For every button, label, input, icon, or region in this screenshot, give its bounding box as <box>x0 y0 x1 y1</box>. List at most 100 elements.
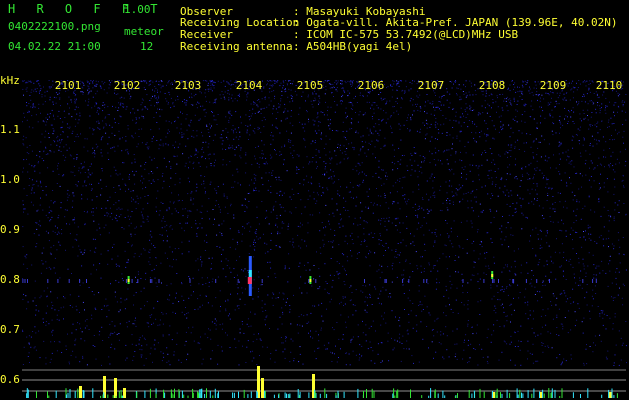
noise-pixel <box>237 95 239 96</box>
noise-pixel <box>250 351 252 353</box>
noise-pixel <box>402 274 404 276</box>
noise-pixel <box>270 249 272 250</box>
noise-pixel <box>385 322 387 324</box>
noise-pixel <box>417 214 419 216</box>
noise-pixel <box>344 270 346 272</box>
noise-pixel <box>196 233 198 235</box>
noise-pixel <box>186 359 187 361</box>
noise-pixel <box>441 96 443 97</box>
noise-pixel <box>141 142 143 144</box>
noise-pixel <box>473 266 475 268</box>
noise-pixel <box>478 112 480 114</box>
noise-pixel <box>539 291 541 293</box>
noise-pixel <box>80 251 82 253</box>
noise-pixel <box>208 158 210 160</box>
noise-pixel <box>169 131 170 133</box>
noise-pixel <box>138 343 140 345</box>
noise-pixel <box>396 276 398 278</box>
noise-pixel <box>443 95 445 96</box>
noise-pixel <box>63 306 65 308</box>
noise-pixel <box>443 104 445 106</box>
noise-pixel <box>359 184 361 186</box>
noise-pixel <box>618 162 620 164</box>
noise-pixel <box>275 153 277 155</box>
noise-pixel <box>461 167 463 169</box>
noise-pixel <box>83 211 85 212</box>
noise-pixel <box>390 127 392 129</box>
noise-pixel <box>529 193 531 195</box>
noise-pixel <box>275 201 277 203</box>
noise-pixel <box>540 238 542 240</box>
noise-pixel <box>547 93 549 94</box>
noise-pixel <box>369 284 371 286</box>
noise-pixel <box>167 82 169 84</box>
noise-pixel <box>185 99 187 101</box>
noise-pixel <box>320 327 322 329</box>
noise-pixel <box>214 101 216 103</box>
noise-pixel <box>600 215 602 217</box>
noise-pixel <box>148 84 150 86</box>
noise-pixel <box>351 103 353 105</box>
noise-pixel <box>156 103 158 105</box>
noise-pixel <box>423 159 425 161</box>
noise-pixel <box>318 340 320 342</box>
noise-pixel <box>378 243 380 245</box>
noise-pixel <box>146 82 147 84</box>
noise-pixel <box>237 230 239 232</box>
noise-pixel <box>324 288 326 290</box>
noise-pixel <box>332 279 334 281</box>
noise-pixel <box>173 105 175 107</box>
noise-pixel <box>127 259 129 261</box>
noise-pixel <box>234 309 236 311</box>
noise-pixel <box>26 336 28 338</box>
noise-pixel <box>618 271 620 273</box>
noise-pixel <box>482 209 484 211</box>
noise-pixel <box>538 261 540 263</box>
noise-pixel <box>428 229 430 231</box>
noise-pixel <box>397 168 399 170</box>
noise-pixel <box>133 304 134 306</box>
noise-pixel <box>104 214 106 216</box>
noise-pixel <box>31 189 33 191</box>
noise-pixel <box>87 104 89 106</box>
noise-pixel <box>608 220 610 222</box>
noise-pixel <box>610 163 611 164</box>
noise-pixel <box>428 347 429 349</box>
noise-pixel <box>608 215 610 217</box>
noise-pixel <box>189 277 191 279</box>
noise-pixel <box>292 244 293 246</box>
noise-pixel <box>499 187 501 189</box>
noise-pixel <box>33 192 35 194</box>
noise-pixel <box>275 81 277 83</box>
noise-pixel <box>561 219 563 221</box>
noise-pixel <box>437 317 439 319</box>
noise-pixel <box>562 98 564 100</box>
noise-pixel <box>167 144 169 146</box>
noise-pixel <box>461 273 463 275</box>
noise-pixel <box>348 353 350 355</box>
noise-pixel <box>172 144 174 146</box>
noise-pixel <box>178 248 180 249</box>
noise-pixel <box>339 149 341 151</box>
noise-pixel <box>174 121 175 123</box>
noise-pixel <box>34 326 36 328</box>
noise-pixel <box>508 150 510 151</box>
noise-pixel <box>303 315 305 317</box>
noise-pixel <box>317 116 319 118</box>
noise-pixel <box>572 97 574 99</box>
noise-pixel <box>336 361 338 363</box>
noise-pixel <box>305 269 307 271</box>
noise-pixel <box>461 279 463 281</box>
noise-pixel <box>606 178 608 180</box>
noise-pixel <box>42 318 44 320</box>
noise-pixel <box>589 144 591 146</box>
noise-pixel <box>197 342 199 344</box>
noise-pixel <box>458 256 460 258</box>
noise-pixel <box>563 290 565 292</box>
noise-pixel <box>27 82 29 84</box>
noise-pixel <box>140 253 142 255</box>
noise-pixel <box>588 83 590 85</box>
noise-pixel <box>235 111 237 113</box>
noise-pixel <box>341 152 343 154</box>
noise-pixel <box>275 277 277 278</box>
